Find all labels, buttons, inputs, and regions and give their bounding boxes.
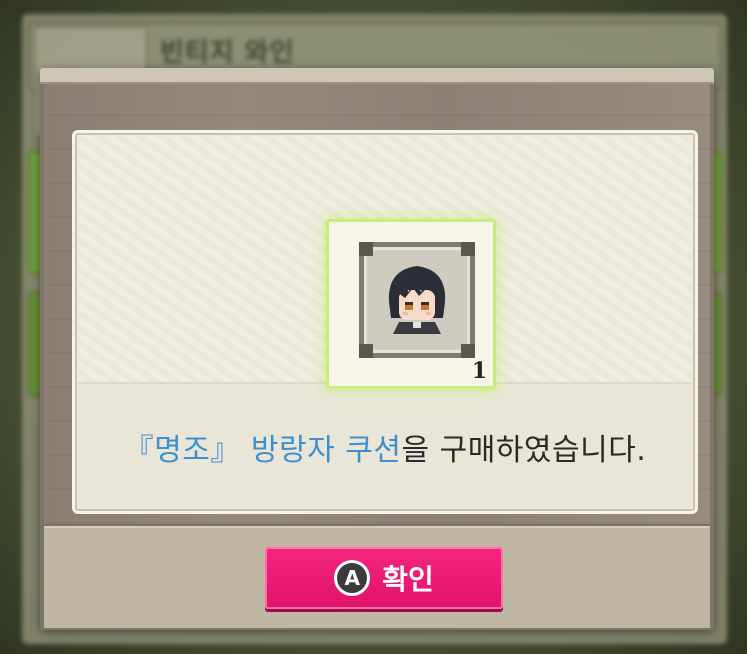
dialog-body: 1 『명조』 방랑자 쿠션을 구매하였습니다.	[44, 84, 710, 524]
purchase-message-suffix: 을 구매하였습니다.	[401, 433, 647, 468]
item-frame	[359, 242, 475, 358]
dialog-top-strip	[40, 68, 714, 84]
purchased-item-name: 『명조』 방랑자 쿠션	[123, 433, 402, 468]
item-slot: 1	[326, 219, 496, 389]
confirm-button[interactable]: A 확인	[265, 547, 503, 609]
purchase-complete-dialog: 1 『명조』 방랑자 쿠션을 구매하였습니다. A 확인	[40, 68, 714, 630]
dialog-footer: A 확인	[44, 526, 710, 628]
purchase-message: 『명조』 방랑자 쿠션을 구매하였습니다.	[78, 425, 692, 469]
item-count: 1	[471, 358, 487, 384]
confirm-button-label: 확인	[382, 563, 434, 596]
dark-haired-character-cushion-icon	[388, 266, 446, 334]
background-title: 빈티지 와인	[160, 38, 295, 68]
a-button-icon: A	[334, 560, 371, 596]
result-card: 1 『명조』 방랑자 쿠션을 구매하였습니다.	[72, 130, 698, 514]
